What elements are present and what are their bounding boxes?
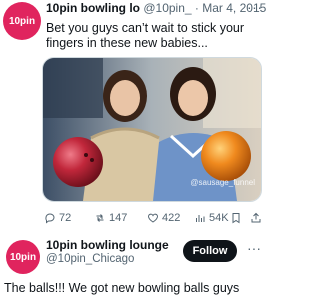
separator: · [194, 1, 199, 15]
share-icon [251, 212, 261, 223]
view-count: 54K [209, 212, 229, 224]
tweet-text: The balls!!! We got new bowling balls gu… [4, 281, 240, 295]
retweet-button[interactable]: 147 [94, 212, 127, 224]
handle[interactable]: @10pin_ [143, 1, 191, 15]
follow-button[interactable]: Follow [183, 240, 237, 262]
heart-icon [148, 213, 158, 223]
avatar[interactable]: 10pin [6, 240, 40, 274]
display-name[interactable]: 10pin bowling lo [46, 1, 140, 15]
more-options-button[interactable]: ··· [247, 240, 261, 256]
avatar[interactable]: 10pin [3, 2, 41, 40]
handle[interactable]: @10pin_Chicago [46, 253, 134, 265]
tweet-photo[interactable]: @sausage_funnel [42, 57, 262, 202]
tweet-actions: 72 147 422 54K [44, 212, 264, 228]
display-name[interactable]: 10pin bowling lounge [46, 238, 169, 252]
tweet-text: Bet you guys can’t wait to stick your fi… [46, 21, 245, 50]
reply-count: 72 [59, 212, 72, 224]
bookmark-button[interactable] [230, 212, 242, 224]
retweet-icon [96, 214, 104, 222]
reply-button[interactable]: 72 [44, 212, 71, 224]
views-button[interactable]: 54K [194, 212, 229, 224]
views-chart-icon [196, 215, 205, 222]
like-button[interactable]: 422 [147, 212, 180, 224]
reply-icon [45, 213, 55, 224]
like-count: 422 [162, 212, 181, 224]
retweet-count: 147 [109, 212, 128, 224]
tweet-header: 10pin bowling lo @10pin_ · Mar 4, 2015 [46, 1, 266, 15]
photo-watermark: @sausage_funnel [190, 178, 255, 187]
avatar-logo-text: 10pin [8, 15, 36, 27]
avatar-logo-text: 10pin [9, 251, 37, 263]
share-button[interactable] [250, 212, 262, 224]
bookmark-icon [232, 213, 240, 224]
more-options-button[interactable]: ··· [247, 0, 263, 15]
